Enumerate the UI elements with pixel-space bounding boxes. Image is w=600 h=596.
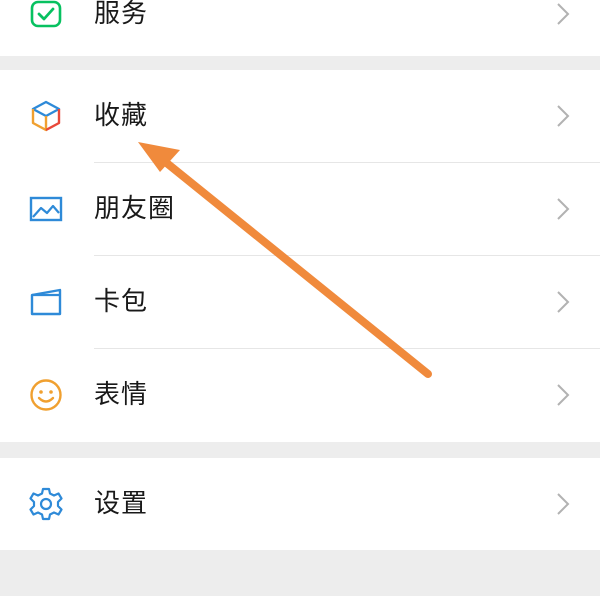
menu-item-label: 卡包 [94,287,149,317]
settings-group: 设置 [0,458,600,550]
menu-item-moments[interactable]: 朋友圈 [0,163,600,255]
chevron-right-icon [556,197,570,221]
menu-item-label: 表情 [94,380,149,410]
menu-item-label: 设置 [94,489,149,519]
menu-item-services[interactable]: 服务 [0,0,600,60]
menu-item-label: 服务 [94,0,149,29]
chevron-right-icon [556,2,570,26]
me-tab-screen: 服务 收藏 朋友圈 卡包 表情 设置 [0,0,600,596]
features-group: 收藏 朋友圈 卡包 表情 [0,70,600,442]
menu-item-cards[interactable]: 卡包 [0,256,600,348]
cube-icon [28,98,64,134]
menu-item-settings[interactable]: 设置 [0,458,600,550]
chevron-right-icon [556,104,570,128]
photo-icon [28,191,64,227]
menu-item-label: 收藏 [94,101,149,131]
chevron-right-icon [556,383,570,407]
menu-item-label: 朋友圈 [94,194,176,224]
menu-item-favorites[interactable]: 收藏 [0,70,600,162]
services-group: 服务 [0,0,600,56]
chevron-right-icon [556,492,570,516]
gear-icon [28,486,64,522]
card-wallet-icon [28,284,64,320]
menu-item-stickers[interactable]: 表情 [0,349,600,441]
smiley-icon [28,377,64,413]
wallet-check-icon [28,0,64,32]
chevron-right-icon [556,290,570,314]
